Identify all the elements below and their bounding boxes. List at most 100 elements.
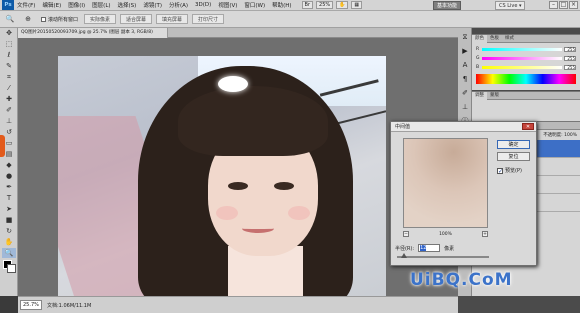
menu-layer[interactable]: 图层(L)	[92, 1, 110, 9]
fit-screen-button[interactable]: 适合屏幕	[120, 14, 153, 24]
zoom-in-icon[interactable]: ⊕	[21, 14, 35, 24]
red-slider[interactable]: R 255	[476, 46, 576, 52]
color-spectrum-bar[interactable]	[476, 74, 576, 84]
tab-adjustments[interactable]: 调整	[472, 91, 487, 100]
lasso-tool-icon[interactable]: ℓ	[2, 50, 16, 60]
zoom-tool-icon[interactable]: 🔍	[3, 14, 17, 24]
checkbox-box	[41, 16, 46, 22]
hand-tool-icon[interactable]: ✋	[2, 237, 16, 247]
red-slider-track[interactable]	[482, 47, 562, 51]
ok-button[interactable]: 确定	[497, 140, 530, 149]
radius-slider[interactable]	[397, 253, 489, 258]
opacity-field[interactable]: 不透明度: 100%	[543, 132, 577, 138]
document-info[interactable]: 文档:1.06M/11.1M	[47, 302, 91, 309]
preview-checkbox[interactable]: ✓ 预览(P)	[497, 167, 522, 174]
character-panel-icon[interactable]: A	[460, 60, 470, 70]
arrange-icon[interactable]: ▦	[351, 1, 363, 9]
zoom-out-button[interactable]: −	[403, 231, 409, 237]
tab-color[interactable]: 颜色	[472, 34, 487, 43]
blue-slider-track[interactable]	[482, 65, 562, 69]
healing-brush-tool-icon[interactable]: ✚	[2, 94, 16, 104]
workspace-button[interactable]: 基本功能	[433, 1, 461, 10]
shape-tool-icon[interactable]: ■	[2, 215, 16, 225]
adjustments-panel-tabs: 调整 蒙版	[472, 91, 580, 100]
photoshop-window: Ps 文件(F) 编辑(E) 图像(I) 图层(L) 选择(S) 滤镜(T) 分…	[0, 0, 580, 313]
minimize-icon[interactable]: –	[549, 1, 558, 9]
menu-image[interactable]: 图像(I)	[68, 1, 85, 9]
menu-bar: Ps 文件(F) 编辑(E) 图像(I) 图层(L) 选择(S) 滤镜(T) 分…	[0, 0, 580, 11]
dodge-tool-icon[interactable]: ●	[2, 171, 16, 181]
hand-icon[interactable]: ✋	[336, 1, 349, 9]
photo-canvas[interactable]	[58, 56, 386, 303]
brushes-panel-icon[interactable]: ✐	[460, 88, 470, 98]
path-select-tool-icon[interactable]: ➤	[2, 204, 16, 214]
scroll-all-windows-checkbox[interactable]: 滚动所有窗口	[41, 16, 78, 23]
background-color-swatch[interactable]	[7, 264, 16, 273]
menu-view[interactable]: 视图(V)	[218, 1, 237, 9]
menu-help[interactable]: 帮助(H)	[272, 1, 291, 9]
brush-tool-icon[interactable]: ✐	[2, 105, 16, 115]
menu-file[interactable]: 文件(F)	[17, 1, 35, 9]
red-value-field[interactable]: 255	[564, 46, 576, 52]
move-tool-icon[interactable]: ✥	[2, 28, 16, 38]
color-panel: 颜色 色板 样式 R 255 G 255 B 255	[472, 34, 580, 90]
menu-filter[interactable]: 滤镜(T)	[143, 1, 162, 9]
pen-tool-icon[interactable]: ✒	[2, 182, 16, 192]
history-panel-icon[interactable]: ⧖	[460, 32, 470, 42]
checkmark-icon: ✓	[497, 167, 504, 175]
type-tool-icon[interactable]: T	[2, 193, 16, 203]
photo-right-cheek	[288, 206, 310, 220]
side-tab-handle[interactable]	[0, 135, 5, 157]
close-icon[interactable]: ×	[569, 1, 578, 9]
actual-pixels-button[interactable]: 实际像素	[84, 14, 117, 24]
zoom-level-select[interactable]: 25%	[316, 1, 334, 9]
clone-stamp-tool-icon[interactable]: ⊥	[2, 116, 16, 126]
print-size-button[interactable]: 打印尺寸	[192, 14, 225, 24]
photoshop-logo: Ps	[2, 0, 14, 10]
green-slider[interactable]: G 255	[476, 55, 576, 61]
marquee-tool-icon[interactable]: ⬚	[2, 39, 16, 49]
status-bar: 25.7% 文档:1.06M/11.1M	[18, 296, 458, 313]
dialog-title-bar[interactable]: 中间值 ✕	[391, 122, 536, 132]
close-icon[interactable]: ✕	[522, 123, 534, 130]
reset-button[interactable]: 复位	[497, 152, 530, 161]
menu-edit[interactable]: 编辑(E)	[42, 1, 61, 9]
menu-3d[interactable]: 3D(D)	[195, 2, 211, 8]
blur-tool-icon[interactable]: ◆	[2, 160, 16, 170]
menu-window[interactable]: 窗口(W)	[244, 1, 265, 9]
radius-input[interactable]: 12	[418, 244, 441, 252]
cs-live-button[interactable]: CS Live ▾	[495, 1, 525, 10]
blue-slider[interactable]: B 255	[476, 64, 576, 70]
zoom-field[interactable]: 25.7%	[20, 300, 42, 310]
eyedropper-tool-icon[interactable]: ⁄	[2, 83, 16, 93]
clone-source-panel-icon[interactable]: ⊥	[460, 102, 470, 112]
menu-analysis[interactable]: 分析(A)	[169, 1, 188, 9]
menu-select[interactable]: 选择(S)	[118, 1, 137, 9]
quick-select-tool-icon[interactable]: ✎	[2, 61, 16, 71]
actions-panel-icon[interactable]: ▶	[460, 46, 470, 56]
tab-styles[interactable]: 样式	[502, 35, 517, 43]
zoom-tool-icon[interactable]: 🔍	[2, 248, 16, 258]
green-slider-track[interactable]	[482, 56, 562, 60]
maximize-icon[interactable]: □	[559, 1, 568, 9]
crop-tool-icon[interactable]: ⌗	[2, 72, 16, 82]
photo-fringe	[178, 86, 328, 156]
document-tab[interactable]: QQ图片20150520093709.jpg @ 25.7% (图层 副本 3,…	[18, 28, 168, 38]
radius-slider-thumb[interactable]	[401, 253, 407, 258]
document-tab-bar: QQ图片20150520093709.jpg @ 25.7% (图层 副本 3,…	[18, 28, 458, 38]
blue-value-field[interactable]: 255	[564, 64, 576, 70]
fill-screen-button[interactable]: 填充屏幕	[156, 14, 189, 24]
zoom-in-button[interactable]: +	[482, 231, 488, 237]
tab-masks[interactable]: 蒙版	[487, 92, 502, 100]
green-value-field[interactable]: 255	[564, 55, 576, 61]
3d-rotate-tool-icon[interactable]: ↻	[2, 226, 16, 236]
adjustments-panel: 调整 蒙版	[472, 91, 580, 121]
photo-left-cheek	[216, 206, 238, 220]
color-panel-tabs: 颜色 色板 样式	[472, 34, 580, 43]
paragraph-panel-icon[interactable]: ¶	[460, 74, 470, 84]
options-bar: 🔍 ⊕ 滚动所有窗口 实际像素 适合屏幕 填充屏幕 打印尺寸	[0, 11, 580, 28]
filter-preview-image[interactable]	[403, 138, 488, 228]
tab-swatches[interactable]: 色板	[487, 35, 502, 43]
bridge-button[interactable]: Br	[301, 1, 314, 9]
radius-row: 半径(R): 12 像素	[395, 244, 454, 252]
